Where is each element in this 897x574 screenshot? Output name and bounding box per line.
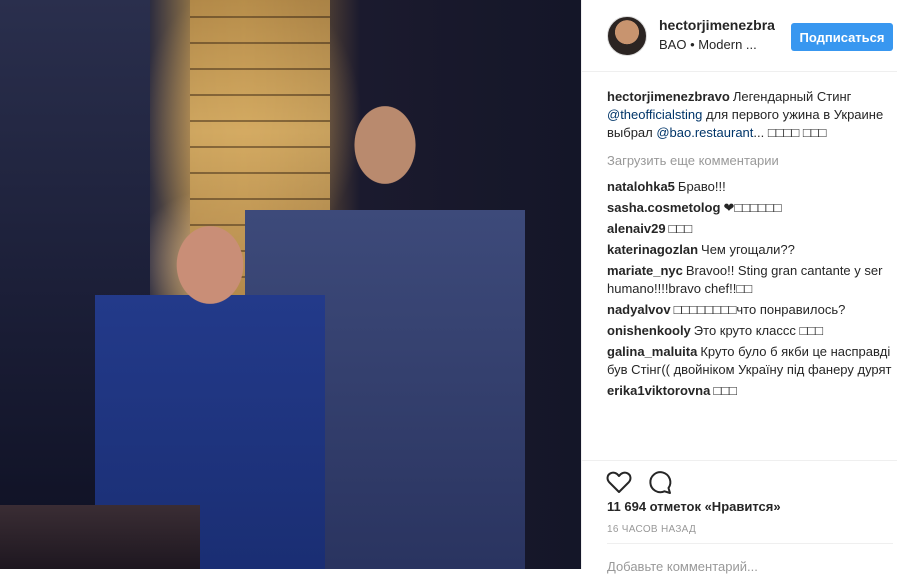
comment-text: □□□□□□□□что понравилось? [673,302,846,317]
list-item: alenaiv29 □□□ [607,220,893,238]
list-item: mariate_nyc Bravoo!! Sting gran cantante … [607,262,893,298]
comment-list: hectorjimenezbravo Легендарный Стинг @the… [607,88,893,403]
comment-text: □□□ [668,221,693,236]
caption-mention-bao[interactable]: @bao.restaurant [656,125,753,140]
comment-text: Браво!!! [677,179,726,194]
caption-username[interactable]: hectorjimenezbravo [607,89,730,104]
instagram-post: hectorjimenezbra BAO • Modern ... Подпис… [0,0,897,574]
comment-username[interactable]: sasha.cosmetolog [607,200,720,215]
list-item: nadyalvov □□□□□□□□что понравилось? [607,301,893,319]
comment-username[interactable]: natalohka5 [607,179,675,194]
list-item: natalohka5 Браво!!! [607,178,893,196]
comment-text: Это круто классс □□□ [693,323,824,338]
comment-username[interactable]: alenaiv29 [607,221,666,236]
comment-username[interactable]: mariate_nyc [607,263,683,278]
list-item: onishenkooly Это круто классс □□□ [607,322,893,340]
comment-username[interactable]: erika1viktorovna [607,383,710,398]
post-location[interactable]: BAO • Modern ... [659,37,757,52]
post-header: hectorjimenezbra BAO • Modern ... Подпис… [582,0,897,72]
list-item: sasha.cosmetolog ❤□□□□□□ [607,199,893,217]
caption-text-after: ... □□□□ □□□ [753,125,827,140]
heart-icon[interactable] [604,467,634,497]
comment-text: □□□ [713,383,737,398]
comment-bubble-icon[interactable] [644,467,674,497]
photo-table [0,505,200,569]
follow-button[interactable]: Подписаться [791,23,893,51]
list-item: galina_maluita Круто було б якби це наспр… [607,343,893,379]
comment-username[interactable]: katerinagozlan [607,242,698,257]
post-actions: 11 694 отметок «Нравится» 16 ЧАСОВ НАЗАД… [582,460,897,574]
list-item: erika1viktorovna □□□ [607,382,893,400]
like-count[interactable]: 11 694 отметок «Нравится» [607,499,781,514]
caption-mention-sting[interactable]: @theofficialsting [607,107,702,122]
list-item: katerinagozlan Чем угощали?? [607,241,893,259]
post-photo[interactable] [0,0,581,569]
add-comment-input[interactable]: Добавьте комментарий... [607,559,758,574]
comment-text: ❤□□□□□□ [723,200,782,215]
comment-text: Чем угощали?? [701,242,795,257]
comment-username[interactable]: nadyalvov [607,302,671,317]
author-username[interactable]: hectorjimenezbra [659,17,775,33]
post-sidebar: hectorjimenezbra BAO • Modern ... Подпис… [581,0,897,574]
post-timestamp[interactable]: 16 ЧАСОВ НАЗАД [607,524,696,535]
comment-username[interactable]: onishenkooly [607,323,691,338]
divider [607,543,893,544]
caption: hectorjimenezbravo Легендарный Стинг @the… [607,88,893,142]
comment-username[interactable]: galina_maluita [607,344,697,359]
load-more-comments-link[interactable]: Загрузить еще комментарии [607,152,893,170]
avatar[interactable] [607,16,647,56]
caption-text-before: Легендарный Стинг [732,89,852,104]
